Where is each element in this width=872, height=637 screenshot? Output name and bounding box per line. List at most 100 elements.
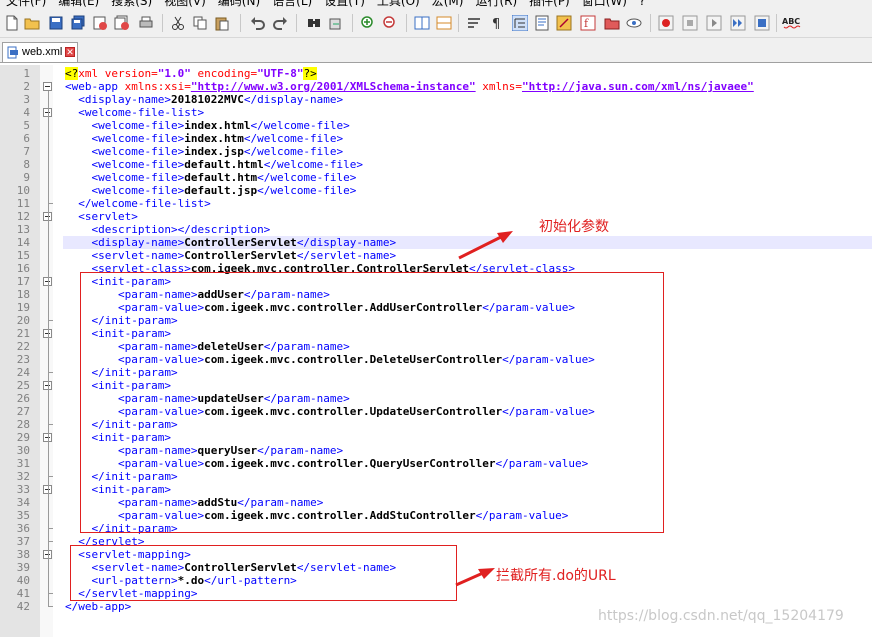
print-icon[interactable] xyxy=(138,15,154,31)
line-number: 17 xyxy=(16,275,30,288)
menu-item-2[interactable]: 搜索(S) xyxy=(105,0,158,8)
line-number: 36 xyxy=(16,522,30,535)
menu-item-1[interactable]: 编辑(E) xyxy=(52,0,105,8)
init-params-annotation: 初始化参数 xyxy=(539,219,609,235)
spell-check-icon[interactable]: ABC xyxy=(782,15,802,31)
init-params-highlight-box xyxy=(80,272,664,533)
stop-macro-icon[interactable] xyxy=(682,15,698,31)
line-number: 4 xyxy=(23,106,30,119)
svg-text:ABC: ABC xyxy=(782,17,800,26)
run-macro-multiple-icon[interactable] xyxy=(730,15,746,31)
zoom-in-icon[interactable] xyxy=(360,15,376,31)
code-line[interactable]: <display-name>20181022MVC</display-name> xyxy=(65,93,343,106)
menu-item-3[interactable]: 视图(V) xyxy=(158,0,212,8)
servlet-mapping-highlight-box xyxy=(70,545,457,601)
monitor-icon[interactable] xyxy=(626,15,642,31)
cut-icon[interactable] xyxy=(170,15,186,31)
line-number: 28 xyxy=(16,418,30,431)
fold-end-marker xyxy=(48,606,53,607)
line-number: 10 xyxy=(16,184,30,197)
line-number: 20 xyxy=(16,314,30,327)
code-line[interactable]: </web-app> xyxy=(65,600,131,613)
line-number: 42 xyxy=(16,600,30,613)
menu-item-5[interactable]: 语言(L) xyxy=(266,0,318,8)
tab-web-xml[interactable]: web.xml ✕ xyxy=(2,42,78,62)
function-icon[interactable]: f xyxy=(580,15,596,31)
menu-item-6[interactable]: 设置(T) xyxy=(318,0,371,8)
zoom-out-icon[interactable] xyxy=(382,15,398,31)
menu-item-12[interactable]: ? xyxy=(633,0,651,8)
tab-label: web.xml xyxy=(22,46,63,58)
line-number: 26 xyxy=(16,392,30,405)
fold-line xyxy=(48,91,49,606)
line-number: 12 xyxy=(16,210,30,223)
sync-horizontal-icon[interactable] xyxy=(436,15,452,31)
document-map-icon[interactable] xyxy=(534,15,550,31)
code-line[interactable]: <welcome-file>default.jsp</welcome-file> xyxy=(65,184,357,197)
function-list-icon[interactable] xyxy=(556,15,572,31)
code-line[interactable]: <welcome-file-list> xyxy=(65,106,204,119)
save-icon[interactable] xyxy=(48,15,64,31)
menu-item-4[interactable]: 编码(N) xyxy=(212,0,266,8)
code-line[interactable]: <?xml version="1.0" encoding="UTF-8"?> xyxy=(65,67,317,80)
menu-item-10[interactable]: 插件(P) xyxy=(523,0,576,8)
init-params-arrow-icon xyxy=(458,231,513,260)
close-file-icon[interactable] xyxy=(92,15,108,31)
menu-item-7[interactable]: 工具(O) xyxy=(371,0,426,8)
code-line[interactable]: <welcome-file>index.htm</welcome-file> xyxy=(65,132,344,145)
line-number: 5 xyxy=(23,119,30,132)
menu-item-8[interactable]: 宏(M) xyxy=(426,0,470,8)
new-file-icon[interactable] xyxy=(4,15,20,31)
close-all-icon[interactable] xyxy=(114,15,130,31)
code-line[interactable]: <servlet-name>ControllerServlet</servlet… xyxy=(65,249,397,262)
code-line[interactable]: <welcome-file>default.html</welcome-file… xyxy=(65,158,364,171)
line-number: 30 xyxy=(16,444,30,457)
code-line[interactable]: </welcome-file-list> xyxy=(65,197,210,210)
intercept-arrow-icon xyxy=(455,568,495,587)
replace-icon[interactable] xyxy=(328,15,344,31)
save-macro-icon[interactable] xyxy=(754,15,770,31)
word-wrap-icon[interactable] xyxy=(466,15,482,31)
code-line[interactable]: <welcome-file>default.htm</welcome-file> xyxy=(65,171,357,184)
sync-vertical-icon[interactable] xyxy=(414,15,430,31)
line-number: 24 xyxy=(16,366,30,379)
code-line[interactable]: <servlet> xyxy=(65,210,138,223)
line-number: 35 xyxy=(16,509,30,522)
code-line[interactable]: <welcome-file>index.html</welcome-file> xyxy=(65,119,350,132)
line-number: 1 xyxy=(23,67,30,80)
copy-icon[interactable] xyxy=(192,15,208,31)
code-line[interactable]: <display-name>ControllerServlet</display… xyxy=(65,236,397,249)
line-number: 37 xyxy=(16,535,30,548)
code-line[interactable]: <description></description> xyxy=(65,223,271,236)
line-number: 29 xyxy=(16,431,30,444)
close-icon[interactable]: ✕ xyxy=(65,47,75,57)
redo-icon[interactable] xyxy=(272,15,288,31)
line-number: 33 xyxy=(16,483,30,496)
line-number: 7 xyxy=(23,145,30,158)
find-icon[interactable] xyxy=(306,15,322,31)
indent-guide-icon[interactable] xyxy=(512,15,528,31)
line-number: 16 xyxy=(16,262,30,275)
undo-icon[interactable] xyxy=(250,15,266,31)
line-number: 23 xyxy=(16,353,30,366)
tab-bar: web.xml ✕ xyxy=(0,38,872,62)
menu-item-11[interactable]: 窗口(W) xyxy=(576,0,633,8)
play-macro-icon[interactable] xyxy=(706,15,722,31)
line-number: 21 xyxy=(16,327,30,340)
folder-workspace-icon[interactable] xyxy=(604,15,620,31)
line-number: 27 xyxy=(16,405,30,418)
menu-item-9[interactable]: 运行(R) xyxy=(469,0,523,8)
record-macro-icon[interactable] xyxy=(658,15,674,31)
show-all-chars-icon[interactable]: ¶ xyxy=(488,15,504,31)
paste-icon[interactable] xyxy=(214,15,230,31)
code-line[interactable]: <web-app xmlns:xsi="http://www.w3.org/20… xyxy=(65,80,754,93)
line-number: 39 xyxy=(16,561,30,574)
fold-toggle-icon[interactable] xyxy=(43,82,52,91)
open-file-icon[interactable] xyxy=(24,15,40,31)
line-number: 40 xyxy=(16,574,30,587)
menu-item-0[interactable]: 文件(F) xyxy=(0,0,52,8)
toolbar: ¶ f ABC xyxy=(0,8,872,38)
line-number: 18 xyxy=(16,288,30,301)
save-all-icon[interactable] xyxy=(70,15,86,31)
code-line[interactable]: <welcome-file>index.jsp</welcome-file> xyxy=(65,145,344,158)
